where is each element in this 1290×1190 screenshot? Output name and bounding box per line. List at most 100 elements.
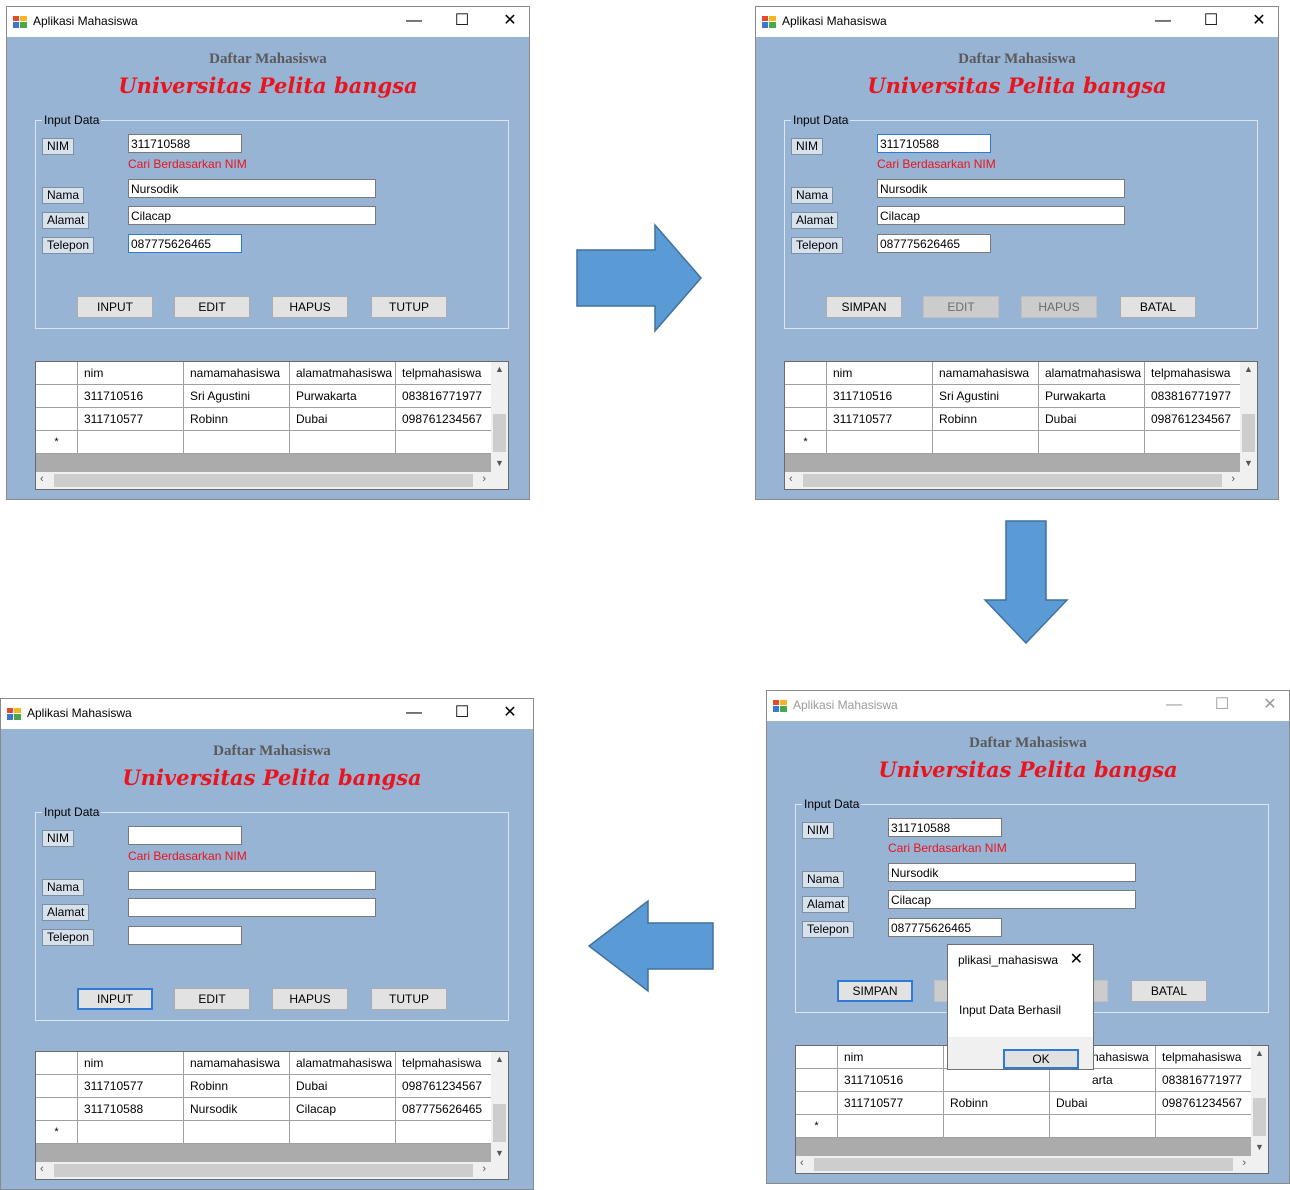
alamat-field[interactable] — [128, 898, 376, 917]
maximize-button[interactable]: ☐ — [1207, 694, 1237, 716]
vertical-scrollbar[interactable]: ▲ ▼ — [491, 1052, 508, 1162]
nim-field[interactable]: 311710588 — [877, 134, 991, 153]
table-cell[interactable]: 311710577 — [838, 1092, 944, 1115]
column-header[interactable]: namamahasiswa — [933, 362, 1039, 385]
table-cell[interactable]: 311710516 — [838, 1069, 944, 1092]
close-button[interactable]: ✕ — [1244, 10, 1274, 32]
nama-field[interactable]: Nursodik — [888, 863, 1136, 882]
table-cell[interactable]: Cilacap — [290, 1098, 396, 1121]
table-cell[interactable] — [290, 431, 396, 454]
column-header[interactable]: alamatmahasiswa — [290, 1052, 396, 1075]
column-header[interactable]: telpmahasiswa — [1156, 1046, 1253, 1069]
table-cell[interactable]: 083816771977 — [396, 385, 493, 408]
nama-field[interactable] — [128, 871, 376, 890]
table-cell[interactable]: 311710516 — [827, 385, 933, 408]
table-cell[interactable]: 311710516 — [78, 385, 184, 408]
table-cell[interactable]: Purwakarta — [290, 385, 396, 408]
nim-field[interactable] — [128, 826, 242, 845]
table-cell[interactable]: 083816771977 — [1145, 385, 1242, 408]
table-cell[interactable] — [78, 1121, 184, 1144]
maximize-button[interactable]: ☐ — [447, 702, 477, 724]
table-cell[interactable]: Dubai — [290, 408, 396, 431]
row-header[interactable] — [36, 1075, 78, 1098]
vertical-scrollbar[interactable]: ▲ ▼ — [1251, 1046, 1268, 1156]
column-header[interactable]: nim — [838, 1046, 944, 1069]
table-cell[interactable]: Sri Agustini — [184, 385, 290, 408]
table-cell[interactable] — [78, 431, 184, 454]
table-cell[interactable]: 098761234567 — [396, 408, 493, 431]
table-cell[interactable]: Sri Agustini — [933, 385, 1039, 408]
close-button[interactable]: ✕ — [495, 10, 525, 32]
table-cell[interactable] — [933, 431, 1039, 454]
minimize-button[interactable]: — — [1148, 10, 1178, 32]
new-row-marker[interactable]: * — [796, 1115, 838, 1138]
row-header[interactable] — [36, 385, 78, 408]
table-cell[interactable]: Robinn — [933, 408, 1039, 431]
input-button[interactable]: INPUT — [77, 988, 153, 1010]
minimize-button[interactable]: — — [399, 10, 429, 32]
edit-button[interactable]: EDIT — [923, 296, 999, 318]
row-header[interactable] — [796, 1092, 838, 1115]
column-header[interactable]: telpmahasiswa — [1145, 362, 1242, 385]
close-button[interactable]: ✕ — [1255, 694, 1285, 716]
vertical-scrollbar[interactable]: ▲ ▼ — [1240, 362, 1257, 472]
hapus-button[interactable]: HAPUS — [272, 988, 348, 1010]
new-row-marker[interactable]: * — [36, 431, 78, 454]
data-grid[interactable]: nim namamahasiswa alamatmahasiswa telpma… — [784, 361, 1258, 490]
column-header[interactable]: alamatmahasiswa — [290, 362, 396, 385]
row-header[interactable] — [785, 385, 827, 408]
hapus-button[interactable]: HAPUS — [1021, 296, 1097, 318]
dialog-title-bar[interactable]: plikasi_mahasiswa ✕ — [948, 945, 1093, 975]
table-cell[interactable]: 311710577 — [827, 408, 933, 431]
table-cell[interactable]: 311710588 — [78, 1098, 184, 1121]
edit-button[interactable]: EDIT — [174, 296, 250, 318]
table-cell[interactable]: 083816771977 — [1156, 1069, 1253, 1092]
close-button[interactable]: ✕ — [495, 702, 525, 724]
alamat-field[interactable]: Cilacap — [877, 206, 1125, 225]
table-cell[interactable]: 098761234567 — [396, 1075, 493, 1098]
vertical-scrollbar[interactable]: ▲ ▼ — [491, 362, 508, 472]
telepon-field[interactable]: 087775626465 — [128, 234, 242, 253]
column-header[interactable]: telpmahasiswa — [396, 1052, 493, 1075]
horizontal-scrollbar[interactable]: ‹ › — [36, 1162, 508, 1179]
nim-field[interactable]: 311710588 — [888, 818, 1002, 837]
title-bar[interactable]: Aplikasi Mahasiswa — ☐ ✕ — [7, 7, 529, 37]
batal-button[interactable]: BATAL — [1131, 980, 1207, 1002]
simpan-button[interactable]: SIMPAN — [826, 296, 902, 318]
table-cell[interactable]: 311710577 — [78, 408, 184, 431]
minimize-button[interactable]: — — [1159, 694, 1189, 716]
table-cell[interactable] — [184, 1121, 290, 1144]
row-header[interactable] — [36, 1098, 78, 1121]
edit-button[interactable]: EDIT — [174, 988, 250, 1010]
table-cell[interactable] — [184, 431, 290, 454]
nama-field[interactable]: Nursodik — [877, 179, 1125, 198]
telepon-field[interactable] — [128, 926, 242, 945]
new-row-marker[interactable]: * — [36, 1121, 78, 1144]
maximize-button[interactable]: ☐ — [1196, 10, 1226, 32]
table-cell[interactable]: Robinn — [184, 1075, 290, 1098]
data-grid[interactable]: nim namamahasiswa alamatmahasiswa telpma… — [35, 1051, 509, 1180]
table-cell[interactable]: Dubai — [290, 1075, 396, 1098]
table-cell[interactable] — [1145, 431, 1242, 454]
table-cell[interactable]: Robinn — [184, 408, 290, 431]
batal-button[interactable]: BATAL — [1120, 296, 1196, 318]
table-cell[interactable]: 087775626465 — [396, 1098, 493, 1121]
table-cell[interactable] — [396, 1121, 493, 1144]
title-bar[interactable]: Aplikasi Mahasiswa — ☐ ✕ — [1, 699, 533, 729]
table-cell[interactable] — [1039, 431, 1145, 454]
table-cell[interactable]: Nursodik — [184, 1098, 290, 1121]
alamat-field[interactable]: Cilacap — [128, 206, 376, 225]
horizontal-scrollbar[interactable]: ‹ › — [36, 472, 508, 489]
table-cell[interactable] — [827, 431, 933, 454]
table-cell[interactable]: 098761234567 — [1145, 408, 1242, 431]
table-cell[interactable] — [838, 1115, 944, 1138]
table-cell[interactable] — [1050, 1115, 1156, 1138]
row-header[interactable] — [785, 408, 827, 431]
table-cell[interactable]: arta — [1050, 1069, 1156, 1092]
maximize-button[interactable]: ☐ — [447, 10, 477, 32]
table-cell[interactable] — [944, 1115, 1050, 1138]
input-button[interactable]: INPUT — [77, 296, 153, 318]
column-header[interactable]: alamatmahasiswa — [1039, 362, 1145, 385]
simpan-button[interactable]: SIMPAN — [837, 980, 913, 1002]
title-bar[interactable]: Aplikasi Mahasiswa — ☐ ✕ — [767, 691, 1289, 721]
